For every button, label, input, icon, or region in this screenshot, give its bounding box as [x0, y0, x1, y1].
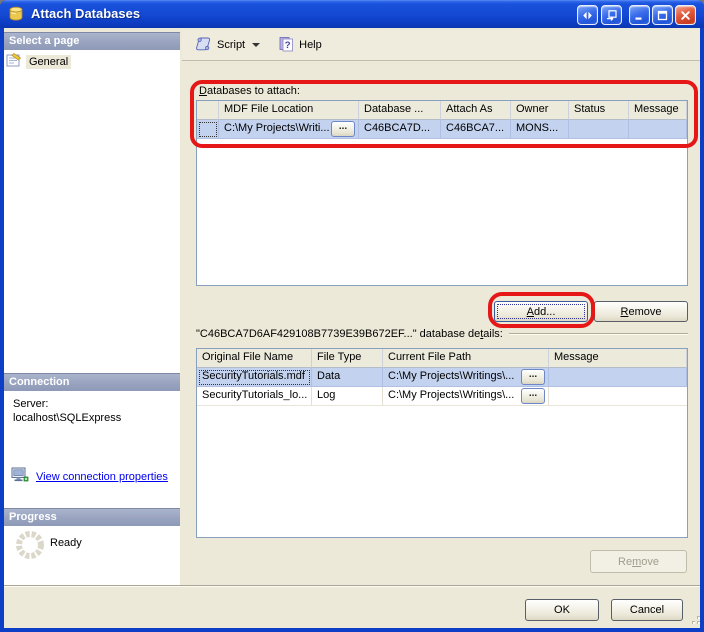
script-scroll-icon [195, 36, 212, 55]
sidebar-item-general-label: General [26, 55, 71, 69]
progress-ring-icon [14, 529, 46, 564]
column-header-attach-as[interactable]: Attach As [441, 101, 511, 120]
server-label: Server: [13, 398, 48, 410]
details-grid-row[interactable]: SecurityTutorials.mdf Data C:\My Project… [197, 368, 687, 387]
original-file-name-cell[interactable]: SecurityTutorials.mdf [197, 368, 312, 387]
details-grid-row[interactable]: SecurityTutorials_lo... Log C:\My Projec… [197, 387, 687, 406]
attach-grid-row[interactable]: C:\My Projects\Writi... ... C46BCA7D... … [197, 120, 687, 139]
properties-page-icon [6, 52, 22, 71]
details-grid[interactable]: Original File Name File Type Current Fil… [196, 348, 688, 538]
dialog-body: Select a page General Connection Server: [4, 28, 700, 628]
svg-text:?: ? [285, 40, 291, 51]
column-header-owner[interactable]: Owner [511, 101, 569, 120]
database-details-label: "C46BCA7D6AF429108B7739E39B672EF..." dat… [196, 328, 503, 340]
remove-button[interactable]: Remove [594, 301, 688, 322]
details-grid-empty-area [197, 406, 687, 537]
sidebar-item-general[interactable]: General [6, 53, 71, 70]
maximize-button[interactable] [652, 5, 673, 25]
browse-path-button[interactable]: ... [521, 369, 545, 385]
float-window-icon [582, 10, 593, 21]
connection-computer-icon [11, 467, 30, 487]
progress-panel: Ready [4, 526, 180, 585]
column-header-status[interactable]: Status [569, 101, 629, 120]
database-icon [8, 6, 24, 22]
original-file-name-cell[interactable]: SecurityTutorials_lo... [197, 387, 312, 406]
titlebar[interactable]: Attach Databases [0, 0, 704, 28]
help-button-label: Help [299, 39, 322, 51]
message-cell [629, 120, 687, 139]
dock-window-icon [606, 9, 618, 21]
connection-header: Connection [4, 373, 180, 391]
mdf-file-location-cell: C:\My Projects\Writi... ... [219, 120, 359, 139]
message-cell [549, 368, 687, 387]
column-header-message[interactable]: Message [549, 349, 687, 368]
bottom-separator [4, 585, 700, 587]
minimize-icon [634, 10, 645, 21]
dock-window-button[interactable] [601, 5, 622, 25]
column-header-file-type[interactable]: File Type [312, 349, 383, 368]
current-file-path-cell: C:\My Projects\Writings\... ... [383, 368, 549, 387]
progress-status: Ready [50, 537, 82, 549]
attach-grid-header: MDF File Location Database ... Attach As… [197, 101, 687, 120]
cancel-button[interactable]: Cancel [611, 599, 683, 621]
message-cell [549, 387, 687, 406]
chevron-down-icon [252, 43, 260, 47]
file-type-cell: Data [312, 368, 383, 387]
databases-to-attach-label: Databases to attach: [199, 85, 300, 97]
server-value: localhost\SQLExpress [13, 412, 121, 424]
column-header-current-file-path[interactable]: Current File Path [383, 349, 549, 368]
attach-grid-empty-area [197, 139, 687, 285]
details-grid-header: Original File Name File Type Current Fil… [197, 349, 687, 368]
maximize-icon [657, 10, 668, 21]
attach-grid[interactable]: MDF File Location Database ... Attach As… [196, 100, 688, 286]
toolbar: Script ? Help [182, 30, 700, 61]
close-button[interactable] [675, 5, 696, 25]
float-window-button[interactable] [577, 5, 598, 25]
group-divider-line [509, 333, 688, 335]
close-icon [680, 10, 691, 21]
select-a-page-panel: General [4, 50, 180, 373]
owner-cell: MONS... [511, 120, 569, 139]
progress-header: Progress [4, 508, 180, 526]
status-cell [569, 120, 629, 139]
connection-panel: Server: localhost\SQLExpress View connec… [4, 391, 180, 508]
resize-grip[interactable] [688, 612, 701, 628]
browse-mdf-button[interactable]: ... [331, 121, 355, 137]
row-selector-cell[interactable] [197, 120, 219, 139]
column-header-mdf-file-location[interactable]: MDF File Location [219, 101, 359, 120]
attach-databases-dialog: Attach Databases [0, 0, 704, 632]
database-cell: C46BCA7D... [359, 120, 441, 139]
column-header-database[interactable]: Database ... [359, 101, 441, 120]
help-book-icon: ? [278, 36, 294, 55]
attach-as-cell: C46BCA7... [441, 120, 511, 139]
window-title: Attach Databases [31, 0, 140, 28]
current-file-path-cell: C:\My Projects\Writings\... ... [383, 387, 549, 406]
column-header-original-file-name[interactable]: Original File Name [197, 349, 312, 368]
column-header-row-selector [197, 101, 219, 120]
minimize-button[interactable] [629, 5, 650, 25]
column-header-message[interactable]: Message [629, 101, 687, 120]
file-type-cell: Log [312, 387, 383, 406]
view-connection-properties-link[interactable]: View connection properties [36, 471, 168, 483]
script-button-label: Script [217, 39, 245, 51]
details-remove-button: Remove [590, 550, 687, 573]
help-button[interactable]: ? Help [272, 33, 328, 58]
add-button[interactable]: Add... [494, 301, 588, 322]
browse-path-button[interactable]: ... [521, 388, 545, 404]
script-button[interactable]: Script [189, 33, 266, 58]
ok-button[interactable]: OK [525, 599, 599, 621]
select-a-page-header: Select a page [4, 32, 180, 50]
